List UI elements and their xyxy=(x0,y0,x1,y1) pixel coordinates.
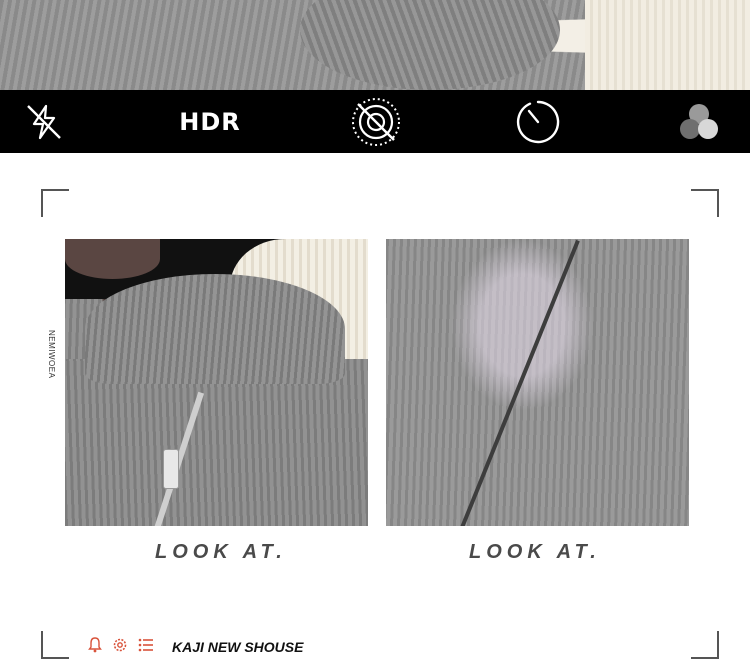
frame-corner-top-right xyxy=(691,189,719,217)
hdr-label: HDR xyxy=(179,107,241,136)
zipper-seam-shape xyxy=(456,239,580,526)
sweater-fold xyxy=(300,0,560,90)
zipper-pull-shape xyxy=(163,449,179,489)
bell-icon xyxy=(88,636,102,658)
hdr-button[interactable]: HDR xyxy=(170,90,250,153)
list-icon xyxy=(138,638,154,657)
sweater-collar-photo xyxy=(65,239,368,526)
flash-off-icon[interactable] xyxy=(20,90,68,153)
caption-left: LOOK AT. xyxy=(155,541,287,563)
side-brand-text: NEMIWOEA xyxy=(47,330,56,379)
gear-icon xyxy=(112,637,128,658)
footer-brand: KAJI NEW SHOUSE xyxy=(172,639,304,655)
collar-shape xyxy=(85,274,345,384)
hat-shape xyxy=(65,239,160,279)
footer-bar: KAJI NEW SHOUSE xyxy=(88,636,304,658)
sweater-body-shape xyxy=(65,359,368,526)
top-photo-strip xyxy=(0,0,750,90)
live-photo-off-icon[interactable] xyxy=(348,90,404,153)
timer-icon[interactable] xyxy=(512,90,564,153)
sweater-knit-detail-photo xyxy=(386,239,689,526)
filters-icon[interactable] xyxy=(674,90,724,153)
camera-toolbar: HDR xyxy=(0,90,750,153)
frame-corner-top-left xyxy=(41,189,69,217)
frame-corner-bottom-right xyxy=(691,631,719,659)
caption-right: LOOK AT. xyxy=(469,541,601,563)
frame-corner-bottom-left xyxy=(41,631,69,659)
cream-sweater xyxy=(585,0,750,90)
